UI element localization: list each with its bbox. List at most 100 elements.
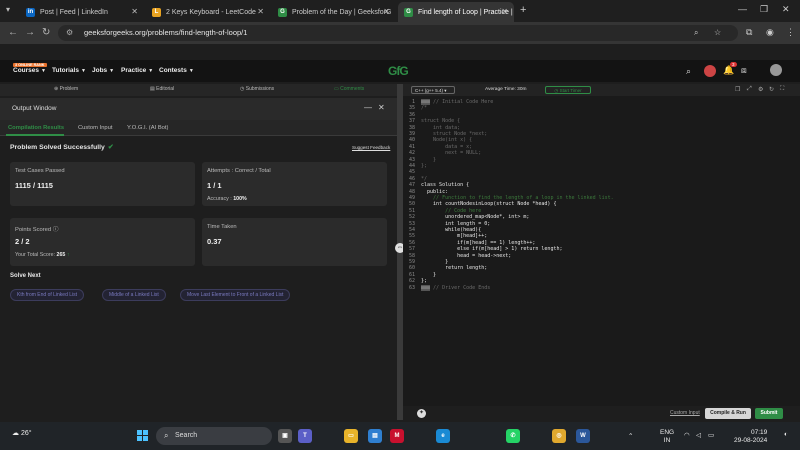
nav-practice[interactable]: Practice ▼: [121, 67, 153, 74]
output-tabs: Compilation Results Custom Input Y.O.G.I…: [0, 120, 398, 136]
points-card: Points Scored ⓘ 2 / 2 Your Total Score: …: [10, 218, 195, 266]
attempts-label: Attempts : Correct / Total: [207, 168, 271, 174]
close-output-icon[interactable]: ✕: [378, 103, 385, 112]
taskbar-search[interactable]: ⌕ Search: [156, 427, 272, 445]
browser-tab-active[interactable]: G Find length of Loop | Practice | ✕: [398, 2, 514, 22]
windows-taskbar: ☁ 26° ⌕ Search ▣ T ▭ ▤ M e ✆ ◎ W ⌃ ENG IN…: [0, 422, 800, 450]
nav-contests[interactable]: Contests ▼: [159, 67, 194, 74]
close-tab-icon[interactable]: ✕: [257, 7, 264, 16]
chat-icon[interactable]: ⧈: [741, 65, 747, 76]
expand-icon[interactable]: ⤢: [747, 86, 752, 93]
profile-icon[interactable]: ◉: [766, 27, 774, 38]
tab-submissions[interactable]: ◷ Submissions: [240, 86, 274, 92]
submit-button[interactable]: Submit: [755, 408, 783, 419]
browser-tab-bar: ▾ in Post | Feed | LinkedIn ✕ L 2 Keys K…: [0, 0, 800, 22]
notifications-icon[interactable]: ◐: [784, 431, 788, 438]
menu-dots-icon[interactable]: ⋮: [786, 27, 795, 38]
theme-icon[interactable]: [704, 65, 716, 77]
tray-chevron-icon[interactable]: ⌃: [628, 432, 633, 440]
browser-tab-potd[interactable]: G Problem of the Day | GeeksforG ✕: [272, 2, 396, 22]
tab-compilation-results[interactable]: Compilation Results: [8, 125, 64, 131]
weather-widget[interactable]: ☁ 26°: [12, 429, 32, 437]
zoom-icon[interactable]: ⌕: [694, 28, 698, 38]
file-explorer-icon[interactable]: ▭: [344, 429, 358, 443]
tab-yogi-ai-bot[interactable]: Y.O.G.I. (AI Bot): [127, 125, 168, 131]
new-tab-icon[interactable]: +: [520, 4, 526, 16]
close-tab-icon[interactable]: ✕: [501, 7, 508, 16]
solve-next-chip[interactable]: Kth from End of Linked List: [10, 289, 85, 301]
time-taken-card: Time Taken 0.37: [202, 218, 387, 266]
copy-icon[interactable]: ❐: [735, 86, 740, 93]
editor-toolbar: C++ (g++ 5.4) ▾ Average Time: 30m ◷ Star…: [403, 84, 800, 96]
avatar[interactable]: [770, 64, 782, 76]
compile-run-button[interactable]: Compile & Run: [705, 408, 751, 419]
output-body: Problem Solved Successfully ✔ Suggest Fee…: [0, 137, 398, 420]
accuracy: Accuracy : 100%: [207, 196, 247, 202]
battery-icon[interactable]: ▭: [708, 431, 714, 439]
collapsed-code-marker[interactable]: ■■■: [421, 99, 431, 105]
minimize-output-icon[interactable]: —: [364, 103, 372, 112]
solve-next-title: Solve Next: [10, 273, 41, 279]
reset-icon[interactable]: ↻: [769, 86, 774, 93]
back-icon[interactable]: ←: [8, 27, 18, 38]
attempts-card: Attempts : Correct / Total 1 / 1 Accurac…: [202, 162, 387, 206]
restore-icon[interactable]: ❐: [760, 4, 768, 15]
browser-tab-leetcode[interactable]: L 2 Keys Keyboard - LeetCode ✕: [146, 2, 270, 22]
arrow-up-icon: ↑: [66, 252, 70, 258]
nav-jobs[interactable]: Jobs ▼: [92, 67, 114, 74]
edge-icon[interactable]: e: [436, 429, 450, 443]
start-timer-button[interactable]: ◷ Start Timer: [545, 86, 591, 94]
search-icon[interactable]: ⌕: [686, 66, 691, 77]
close-window-icon[interactable]: ✕: [782, 4, 790, 15]
solve-next-chip[interactable]: Move Last Element to Front of a Linked L…: [180, 289, 291, 301]
wifi-icon[interactable]: ◠: [684, 431, 690, 439]
nav-courses[interactable]: Courses ▼: [13, 67, 46, 74]
bookmark-star-icon[interactable]: ☆: [714, 28, 721, 37]
code-editor[interactable]: 1 ■■■ // Initial Code Here 35/* 36 37 struct …: [403, 96, 800, 406]
chrome-icon[interactable]: ◎: [552, 429, 566, 443]
forward-icon[interactable]: →: [25, 27, 35, 38]
word-icon[interactable]: W: [576, 429, 590, 443]
reload-icon[interactable]: ↻: [42, 27, 50, 38]
custom-input-link[interactable]: Custom Input: [670, 410, 700, 416]
url-field[interactable]: ⚙ geeksforgeeks.org/problems/find-length…: [58, 25, 738, 41]
language-indicator[interactable]: ENG IN: [660, 429, 674, 445]
clock[interactable]: 07:19 29-08-2024: [734, 429, 767, 445]
info-icon[interactable]: ⓘ: [53, 227, 59, 233]
output-window-header: Output Window — ✕: [0, 98, 398, 120]
collapsed-code-text: // Initial Code Here: [433, 99, 494, 105]
nav-tutorials[interactable]: Tutorials ▼: [52, 67, 86, 74]
code-line[interactable]: 63 ■■■ // Driver Code Ends: [403, 284, 800, 292]
close-tab-icon[interactable]: ✕: [131, 7, 138, 16]
extensions-icon[interactable]: ⧉: [746, 27, 752, 38]
points-value: 2 / 2: [15, 237, 30, 246]
task-view-icon[interactable]: ▣: [278, 429, 292, 443]
teams-icon[interactable]: T: [298, 429, 312, 443]
gfg-logo[interactable]: GfG: [388, 64, 409, 78]
mcafee-icon[interactable]: M: [390, 429, 404, 443]
tab-editorial[interactable]: ▤ Editorial: [150, 86, 174, 92]
language-select[interactable]: C++ (g++ 5.4) ▾: [411, 86, 455, 94]
tab-comments[interactable]: ▭ Comments: [334, 86, 364, 92]
tab-custom-input[interactable]: Custom Input: [78, 125, 112, 131]
success-message: Problem Solved Successfully ✔: [10, 144, 114, 151]
tab-problem[interactable]: ⊕ Problem: [54, 86, 78, 92]
windows-start-button[interactable]: [137, 430, 149, 442]
whatsapp-icon[interactable]: ✆: [506, 429, 520, 443]
minimize-icon[interactable]: —: [738, 4, 747, 14]
browser-tab-linkedin[interactable]: in Post | Feed | LinkedIn ✕: [20, 2, 144, 22]
check-circle-icon: ✔: [107, 144, 114, 151]
volume-icon[interactable]: ◁: [696, 431, 701, 439]
collapsed-code-marker[interactable]: ■■■: [421, 284, 431, 291]
address-bar-row: ← → ↻ ⚙ geeksforgeeks.org/problems/find-…: [0, 22, 800, 44]
close-tab-icon[interactable]: ✕: [383, 7, 390, 16]
suggest-feedback-link[interactable]: Suggest Feedback: [352, 145, 390, 150]
site-info-icon[interactable]: ⚙: [66, 28, 73, 37]
settings-icon[interactable]: ⚙: [758, 86, 763, 93]
tab-search-icon[interactable]: ▾: [6, 5, 10, 14]
lightbulb-icon[interactable]: ✦: [417, 409, 426, 418]
app-icon[interactable]: ▤: [368, 429, 382, 443]
fullscreen-icon[interactable]: ⛶: [780, 86, 784, 93]
code-text: ■■■ // Driver Code Ends: [421, 284, 490, 292]
solve-next-chip[interactable]: Middle of a Linked List: [102, 289, 166, 301]
